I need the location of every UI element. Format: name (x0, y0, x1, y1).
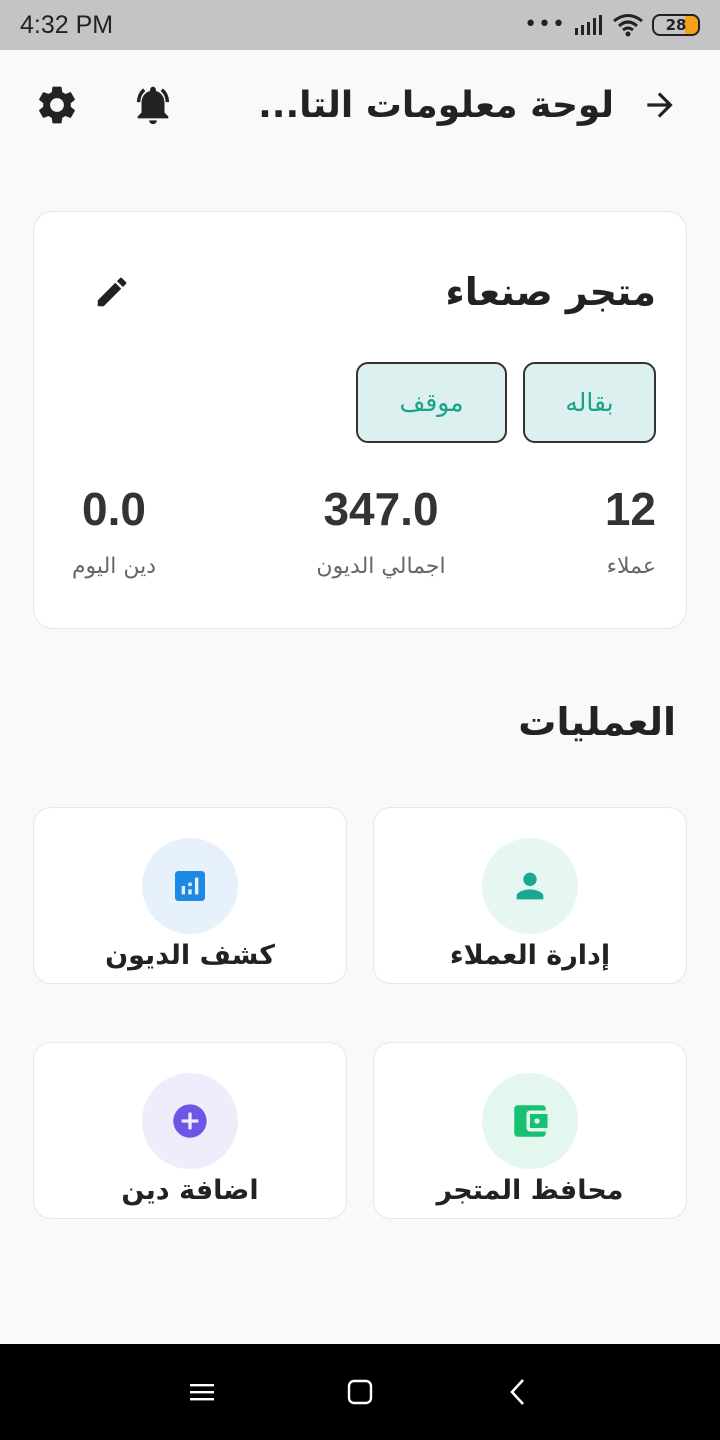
status-icons: ••• 28 (524, 13, 700, 37)
stat-today-debt-label: دين اليوم (71, 554, 157, 579)
header-actions (28, 76, 182, 134)
store-tags: بقاله موقف (356, 362, 656, 443)
customers-management-card[interactable]: إدارة العملاء (373, 807, 687, 984)
add-circle-icon (173, 1104, 207, 1138)
debt-report-icon-circle (142, 838, 238, 934)
stat-customers-value: 12 (604, 483, 656, 535)
stat-total-debts-value: 347.0 (323, 483, 439, 535)
stat-today-debt: 0.0 دين اليوم (62, 482, 166, 579)
page-title: لوحة معلومات التا... (258, 84, 614, 126)
store-stats: 12 عملاء 347.0 اجمالي الديون 0.0 دين الي… (34, 482, 686, 602)
customers-management-label: إدارة العملاء (449, 940, 611, 971)
notifications-button[interactable] (124, 76, 182, 134)
person-icon (516, 872, 544, 900)
wallet-icon (514, 1105, 548, 1137)
store-summary-card: متجر صنعاء بقاله موقف 12 عملاء 347.0 اجم… (33, 211, 687, 629)
stat-today-debt-value: 0.0 (82, 483, 146, 535)
stat-total-debts-label: اجمالي الديون (316, 554, 446, 579)
debt-report-label: كشف الديون (105, 940, 275, 971)
back-button[interactable] (628, 73, 692, 137)
edit-store-button[interactable] (88, 268, 136, 316)
menu-icon (190, 1384, 214, 1401)
gear-icon (39, 86, 75, 124)
home-button[interactable] (336, 1368, 384, 1416)
wallets-icon-circle (482, 1073, 578, 1169)
pencil-icon (97, 277, 127, 307)
notification-dots-icon: ••• (524, 12, 566, 37)
bell-ringing-icon (136, 86, 170, 125)
status-time: 4:32 PM (20, 10, 114, 39)
status-bar: 4:32 PM ••• 28 (0, 0, 720, 50)
customers-icon-circle (482, 838, 578, 934)
stat-total-debts: 347.0 اجمالي الديون (306, 482, 456, 579)
signal-icon (575, 15, 602, 35)
operations-title: العمليات (518, 700, 676, 744)
wifi-icon (613, 14, 643, 37)
settings-button[interactable] (28, 76, 86, 134)
debt-report-card[interactable]: كشف الديون (33, 807, 347, 984)
battery-icon: 28 (652, 14, 700, 36)
add-debt-label: اضافة دين (121, 1175, 259, 1206)
arrow-forward-icon (647, 92, 673, 118)
add-debt-card[interactable]: اضافة دين (33, 1042, 347, 1219)
stat-customers-label: عملاء (606, 554, 656, 579)
system-back-button[interactable] (494, 1368, 542, 1416)
square-icon (347, 1379, 373, 1405)
stat-customers: 12 عملاء (605, 482, 656, 579)
chevron-left-icon (510, 1379, 524, 1405)
store-name: متجر صنعاء (445, 270, 656, 314)
add-debt-icon-circle (142, 1073, 238, 1169)
bar-chart-icon (175, 871, 205, 901)
store-wallets-label: محافظ المتجر (436, 1175, 624, 1206)
recents-button[interactable] (178, 1368, 226, 1416)
store-tag-grocery[interactable]: بقاله (523, 362, 656, 443)
store-tag-parking[interactable]: موقف (356, 362, 507, 443)
system-nav-bar (0, 1344, 720, 1440)
store-wallets-card[interactable]: محافظ المتجر (373, 1042, 687, 1219)
app-header: لوحة معلومات التا... (0, 50, 720, 160)
